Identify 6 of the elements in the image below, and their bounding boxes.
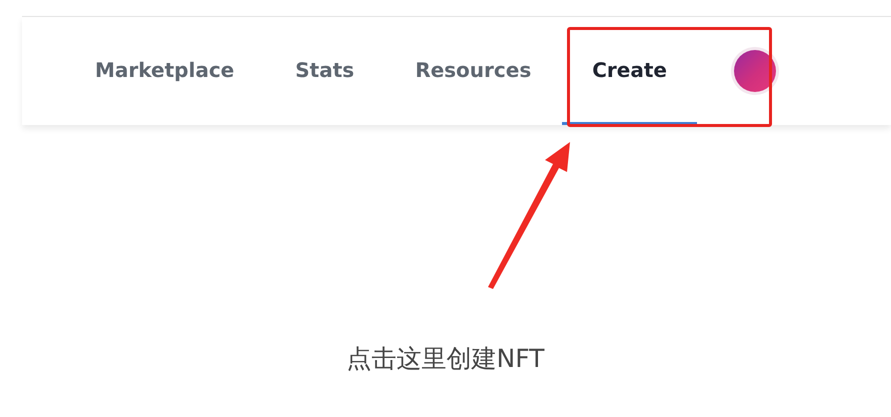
nav-tab[interactable]: Create bbox=[562, 17, 697, 125]
nav-tab[interactable]: Stats bbox=[265, 17, 384, 125]
nav-tab[interactable]: Marketplace bbox=[65, 17, 264, 125]
avatar[interactable] bbox=[734, 50, 776, 92]
annotation-caption: 点击这里创建NFT bbox=[346, 344, 544, 373]
nav-tab[interactable]: Resources bbox=[385, 17, 562, 125]
